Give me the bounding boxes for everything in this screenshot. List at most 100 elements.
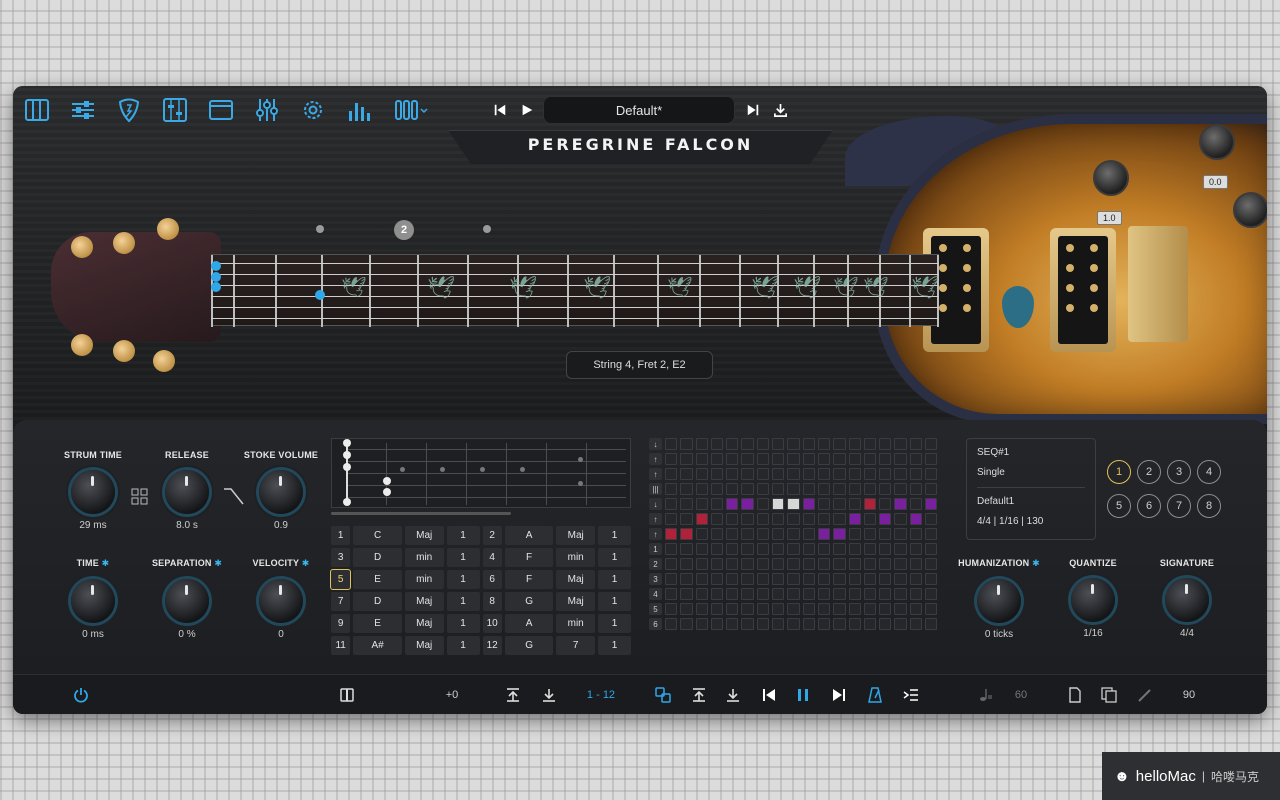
sequencer-step[interactable] (726, 573, 739, 585)
sequencer-step[interactable] (802, 483, 815, 495)
sequencer-step[interactable] (726, 483, 739, 495)
guitar-knob-3[interactable] (1233, 192, 1267, 228)
sequencer-row-label[interactable]: 5 (649, 603, 662, 615)
guitar-string[interactable] (211, 263, 939, 264)
chord-type[interactable]: min (556, 548, 596, 567)
sequencer-step[interactable] (710, 603, 724, 615)
sequencer-step[interactable] (787, 573, 800, 585)
seq-upload-icon[interactable] (689, 685, 709, 705)
sequencer-step[interactable] (909, 498, 923, 510)
pattern-button[interactable]: 7 (1167, 494, 1191, 518)
sequencer-step[interactable] (848, 438, 861, 450)
sequencer-step[interactable] (756, 438, 770, 450)
sequencer-step[interactable] (680, 453, 693, 465)
sequencer-step[interactable] (802, 468, 815, 480)
sequencer-step[interactable] (848, 513, 861, 525)
chord-slot-number[interactable]: 8 (482, 592, 502, 611)
sequencer-step[interactable] (848, 483, 861, 495)
sequencer-step[interactable] (756, 573, 770, 585)
sequencer-step[interactable] (772, 603, 785, 615)
sequencer-step[interactable] (925, 453, 938, 465)
note-length-icon[interactable] (975, 685, 995, 705)
sequencer-step[interactable] (695, 528, 708, 540)
sequencer-step[interactable] (802, 603, 815, 615)
sequencer-step[interactable] (756, 588, 770, 600)
sequencer-step[interactable] (909, 468, 923, 480)
sequencer-step[interactable] (833, 498, 846, 510)
strum-time-knob[interactable] (71, 470, 115, 514)
sequencer-row-label[interactable]: 4 (649, 588, 662, 600)
sequencer-step[interactable] (925, 573, 938, 585)
preset-name[interactable]: Default* (543, 96, 735, 124)
sequencer-step[interactable] (925, 513, 938, 525)
chord-bass[interactable]: 1 (446, 614, 480, 633)
sequencer-step[interactable] (787, 618, 800, 630)
sequencer-step[interactable] (833, 588, 846, 600)
sequencer-step[interactable] (863, 618, 877, 630)
sequencer-step[interactable] (772, 438, 785, 450)
sequencer-step[interactable] (894, 513, 907, 525)
sequencer-step[interactable] (787, 528, 800, 540)
sequencer-step[interactable] (665, 543, 678, 555)
pattern-button[interactable]: 2 (1137, 460, 1161, 484)
sequencer-step[interactable] (925, 558, 938, 570)
sequencer-step[interactable] (756, 528, 770, 540)
sequencer-step[interactable] (680, 573, 693, 585)
sequencer-step[interactable] (756, 453, 770, 465)
pick-icon[interactable] (115, 96, 143, 124)
sequencer-step[interactable] (665, 438, 678, 450)
sequencer-step[interactable] (756, 618, 770, 630)
sequencer-step[interactable] (925, 528, 938, 540)
sequencer-step[interactable] (726, 513, 739, 525)
sequencer-step[interactable] (680, 588, 693, 600)
sequencer-step[interactable] (787, 558, 800, 570)
sequencer-step[interactable] (863, 543, 877, 555)
chord-slot-number[interactable]: 10 (482, 614, 502, 633)
sequencer-step[interactable] (833, 573, 846, 585)
chord-slot-number[interactable]: 12 (482, 636, 502, 655)
guitar-string[interactable] (211, 307, 939, 308)
pause-icon[interactable] (793, 685, 813, 705)
sequencer-step[interactable] (894, 438, 907, 450)
sliders-icon[interactable] (253, 96, 281, 124)
sequencer-step[interactable] (787, 543, 800, 555)
sequencer-step[interactable] (772, 453, 785, 465)
download-icon[interactable] (539, 685, 559, 705)
sequencer-step[interactable] (817, 513, 831, 525)
release-knob[interactable] (165, 470, 209, 514)
sequencer-step[interactable] (741, 483, 754, 495)
sequencer-step[interactable] (879, 543, 892, 555)
sequencer-step[interactable] (756, 543, 770, 555)
sequencer-step[interactable] (879, 513, 892, 525)
sequencer-step[interactable] (710, 543, 724, 555)
sequencer-step[interactable] (848, 528, 861, 540)
chord-type[interactable]: min (404, 570, 444, 589)
sequencer-step[interactable] (756, 603, 770, 615)
sequencer-step[interactable] (726, 453, 739, 465)
sequencer-step[interactable] (817, 618, 831, 630)
sequencer-step[interactable] (710, 618, 724, 630)
chord-slot-number[interactable]: 3 (331, 548, 351, 567)
pattern-button[interactable]: 6 (1137, 494, 1161, 518)
chord-bass[interactable]: 1 (446, 592, 480, 611)
sequencer-step[interactable] (909, 528, 923, 540)
chord-scroll-bar[interactable] (331, 512, 511, 515)
sequencer-step[interactable] (817, 558, 831, 570)
chord-type[interactable]: Maj (404, 636, 444, 655)
sequencer-step[interactable] (879, 603, 892, 615)
chord-root[interactable]: A# (353, 636, 402, 655)
strum-sequencer[interactable]: ↓ ↑ ↑ ||| ↓ ↑ ↑ 1 2 3 4 5 6 (649, 438, 949, 658)
metronome-icon[interactable] (865, 685, 885, 705)
sequencer-step[interactable] (787, 588, 800, 600)
sequencer-row-label[interactable]: ↑ (649, 528, 662, 540)
next-preset-button[interactable] (741, 98, 765, 122)
sequencer-step[interactable] (695, 453, 708, 465)
sequencer-row-label[interactable]: 3 (649, 573, 662, 585)
sequencer-step[interactable] (726, 468, 739, 480)
sequencer-step[interactable] (909, 588, 923, 600)
sequencer-row-label[interactable]: ↓ (649, 498, 662, 510)
sequencer-step[interactable] (879, 528, 892, 540)
sequencer-step[interactable] (833, 453, 846, 465)
sequencer-step[interactable] (680, 438, 693, 450)
sequencer-step[interactable] (741, 573, 754, 585)
